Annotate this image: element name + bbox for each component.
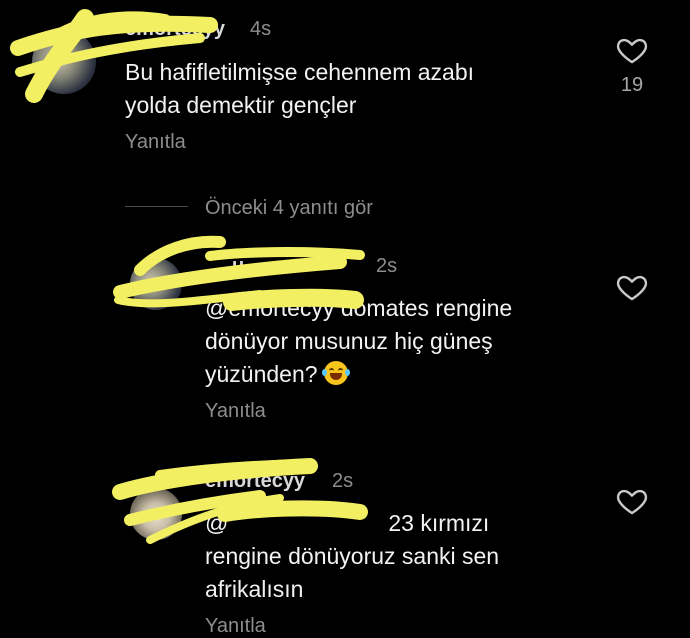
reply-text: @emortecyy domates rengine dönüyor musun… — [205, 292, 595, 391]
reply-timestamp: 2s — [332, 470, 354, 492]
reply-text-segment: 23 kırmızı — [388, 510, 490, 536]
reply-text: @23 kırmızı rengine dönüyoruz sanki sen … — [205, 507, 595, 606]
reply-timestamp: 2s — [376, 255, 398, 277]
reply-button[interactable]: Yanıtla — [205, 400, 266, 423]
reply-text-line: @23 kırmızı — [205, 507, 595, 540]
tears-of-joy-emoji-icon — [321, 361, 350, 385]
replies-divider — [125, 206, 188, 207]
avatar[interactable] — [32, 30, 96, 94]
reply-text-line: @emortecyy domates rengine — [205, 292, 595, 325]
reply-text-segment: yüzünden? — [205, 361, 318, 387]
like-count: 19 — [620, 74, 644, 96]
reply-text-line: dönüyor musunuz hiç güneş — [205, 328, 493, 354]
comment-text: Bu hafifletilmişse cehennem azabı yolda … — [125, 56, 565, 122]
reply-text-segment: domates rengine — [334, 295, 513, 321]
view-previous-replies[interactable]: Önceki 4 yanıtı gör — [205, 197, 373, 220]
comment-text-line: Bu hafifletilmişse cehennem azabı — [125, 59, 475, 85]
reply-username[interactable]: emortecyy — [205, 470, 305, 493]
avatar[interactable] — [130, 258, 182, 310]
avatar[interactable] — [130, 488, 182, 540]
comment-username[interactable]: emortecyy — [125, 18, 225, 41]
reply-button[interactable]: Yanıtla — [205, 615, 266, 638]
reply-button[interactable]: Yanıtla — [125, 131, 186, 154]
heart-outline-icon[interactable] — [615, 270, 649, 304]
reply-mention[interactable]: @emortecyy — [205, 295, 334, 321]
reply-username[interactable]: u — [232, 255, 244, 278]
heart-outline-icon[interactable] — [615, 484, 649, 518]
comment-timestamp: 4s — [250, 18, 272, 40]
comment-text-line: yolda demektir gençler — [125, 92, 357, 118]
reply-mention[interactable]: @ — [205, 510, 228, 536]
reply-text-line: yüzünden? — [205, 358, 595, 391]
reply-text-line: afrikalısın — [205, 576, 304, 602]
heart-outline-icon[interactable] — [615, 33, 649, 67]
reply-text-line: rengine dönüyoruz sanki sen — [205, 543, 500, 569]
